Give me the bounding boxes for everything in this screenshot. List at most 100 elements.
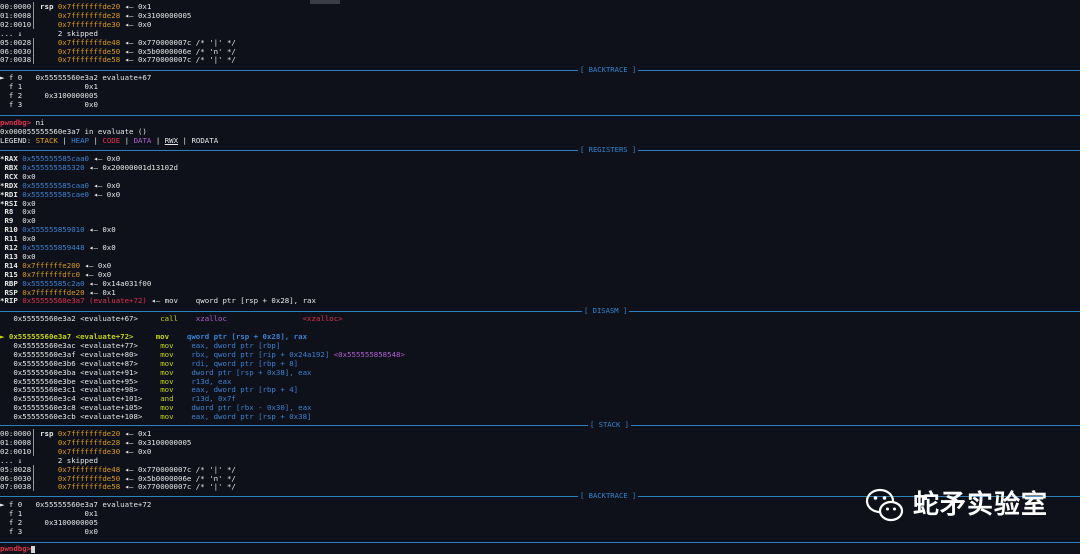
stack-offset: 06:0030│	[0, 46, 58, 56]
terminal-cursor[interactable]	[31, 545, 36, 553]
stack-separator	[0, 425, 1080, 426]
backtrace-frame-text: f 2 0x3100000005	[0, 517, 98, 527]
disasm-mnemonic: mov	[160, 349, 174, 359]
stack-address: 0x7fffffffde28	[57, 437, 121, 447]
register-value: ◂— 0x1	[84, 287, 116, 297]
stack-value: ◂— 0x1	[120, 2, 152, 11]
register-name: R9	[0, 216, 23, 226]
register-name: *RAX	[0, 154, 23, 163]
disasm-address: 0x55555560e3c8 <evaluate+105>	[0, 403, 161, 413]
disasm-mnemonic: mov	[160, 358, 174, 368]
register-pointer: 0x555555585caa0	[22, 154, 89, 163]
backtrace2-frame: f 3 0x0	[0, 526, 98, 537]
disasm-address: 0x55555560e3b6 <evaluate+87>	[0, 358, 161, 368]
disasm-header: [ DISASM ]	[582, 306, 630, 316]
disasm-row: 0x55555560e3cb <evaluate+108> mov eax, d…	[0, 412, 312, 422]
backtrace1-header: [ BACKTRACE ]	[578, 65, 639, 75]
disasm-mnemonic: mov	[160, 376, 174, 386]
backtrace1-frame: f 3 0x0	[0, 100, 98, 110]
disasm-operands: xzalloc	[178, 314, 227, 323]
legend-item: |	[120, 136, 134, 145]
register-value: 0x0	[22, 198, 36, 208]
register-name: RBX	[0, 162, 23, 172]
disasm-address: 0x55555560e3ba <evaluate+91>	[0, 367, 161, 377]
register-name: RCX	[0, 171, 23, 181]
disasm-address: 0x55555560e3c4 <evaluate+101>	[0, 394, 161, 404]
stack-register: rsp	[40, 429, 58, 438]
disasm-address: 0x55555560e3a2 <evaluate+67>	[0, 314, 161, 323]
stack-offset: 05:0028│	[0, 37, 58, 47]
legend-item: HEAP	[71, 136, 90, 145]
stack-value: ◂— 0x770000007c /* '|' */	[120, 37, 236, 47]
disasm-operands: rdi, qword ptr [rbp + 8]	[173, 358, 299, 368]
disasm-prev-row: 0x55555560e3a2 <evaluate+67> call xzallo…	[0, 314, 343, 324]
register-name: R10	[0, 225, 23, 235]
register-row: *RIP 0x55555560e3a7 (evaluate+72) ◂— mov…	[0, 296, 316, 306]
stack-value: ◂— 0x770000007c /* '|' */	[120, 464, 236, 474]
stack-value: 2 skipped	[57, 28, 98, 38]
prompt: pwndbg>	[0, 544, 32, 553]
disasm-address: 0x55555560e3c1 <evaluate+98>	[0, 385, 161, 395]
register-value: ◂— 0x0	[84, 243, 116, 252]
disasm-mnemonic: mov	[160, 412, 174, 422]
register-name: R11	[0, 234, 23, 244]
disasm-symbol: <xzalloc>	[226, 314, 343, 323]
disasm-mnemonic: mov	[160, 367, 174, 377]
stack-offset: 02:0010│	[0, 19, 58, 29]
register-name: RBP	[0, 278, 23, 288]
stack-offset: 00:0000│	[0, 2, 41, 11]
stack-value: ◂— 0x770000007c /* '|' */	[120, 482, 236, 492]
legend-item: |	[151, 136, 165, 145]
register-value: 0x0	[22, 251, 36, 261]
register-pointer: 0x7ffffffdfc0	[22, 269, 81, 279]
register-pointer: 0x55555560e3a7 (evaluate+72)	[22, 296, 147, 306]
register-pointer: 0x7ffffffe200	[22, 260, 81, 270]
stack-address: 0x7fffffffde48	[57, 37, 121, 47]
disasm-address: 0x55555560e3af <evaluate+80>	[0, 349, 161, 359]
stack-offset: 07:0038│	[0, 55, 58, 65]
stack-address: 0x7fffffffde50	[57, 473, 121, 483]
register-pointer: 0x555555859448	[22, 243, 85, 252]
legend-line: LEGEND: STACK | HEAP | CODE | DATA | RWX…	[0, 136, 218, 146]
stack-value: ◂— 0x3100000005	[120, 10, 192, 20]
register-value: ◂— 0x0	[89, 189, 121, 199]
stack-offset: 06:0030│	[0, 473, 58, 483]
stack-address: 0x7fffffffde30	[57, 446, 121, 456]
legend-prefix: LEGEND:	[0, 136, 36, 145]
command: ni	[31, 118, 45, 127]
stack-value: ◂— 0x0	[120, 19, 152, 29]
disasm-operands: eax, dword ptr [rsp + 0x38]	[173, 412, 312, 422]
disasm-address: 0x55555560e3be <evaluate+95>	[0, 376, 161, 386]
stack2-row: 07:0038│ 0x7fffffffde58 ◂— 0x770000007c …	[0, 482, 236, 492]
stack-offset: 05:0028│	[0, 464, 58, 474]
backtrace-frame-text: f 3 0x0	[0, 526, 98, 536]
stack-address: 0x7fffffffde58	[57, 482, 121, 492]
register-value: 0x0	[22, 207, 36, 217]
terminal-tab-indicator[interactable]	[310, 0, 340, 4]
legend-item: |	[57, 136, 72, 145]
register-value: ◂— 0x14a031f00	[84, 278, 152, 288]
register-value: 0x0	[22, 171, 36, 181]
disasm-mnemonic: mov	[160, 340, 174, 350]
register-name: RSP	[0, 287, 23, 297]
disasm-symbol: <0x555555858548>	[329, 349, 405, 359]
wechat-icon	[865, 488, 904, 522]
disasm-operands: qword ptr [rsp + 0x28], rax	[169, 332, 308, 341]
register-name: R13	[0, 251, 23, 261]
backtrace-frame-text: ► f 0 0x55555560e3a2 evaluate+67	[0, 73, 152, 82]
stack-offset: 01:0008│	[0, 10, 58, 20]
register-value: ◂— 0x0	[80, 269, 112, 279]
register-value: ◂— 0x0	[89, 154, 121, 163]
register-value: 0x0	[22, 216, 36, 226]
backtrace-frame-text: f 1 0x1	[0, 508, 98, 518]
stack-value: ◂— 0x3100000005	[120, 437, 192, 447]
disasm-operands: r13d, 0x7f	[173, 394, 236, 404]
stack-address: 0x7fffffffde48	[57, 464, 121, 474]
stack-offset: ... ↓	[0, 455, 58, 465]
disasm-address: ► 0x55555560e3a7 <evaluate+72>	[0, 332, 156, 341]
disasm-operands: rbx, qword ptr [rip + 0x24a192]	[173, 349, 330, 359]
register-pointer: 0x555555585caa0	[22, 180, 89, 190]
stack-offset: 07:0038│	[0, 482, 58, 492]
stack-address: 0x7fffffffde58	[57, 55, 121, 65]
prompt: pwndbg>	[0, 118, 32, 127]
